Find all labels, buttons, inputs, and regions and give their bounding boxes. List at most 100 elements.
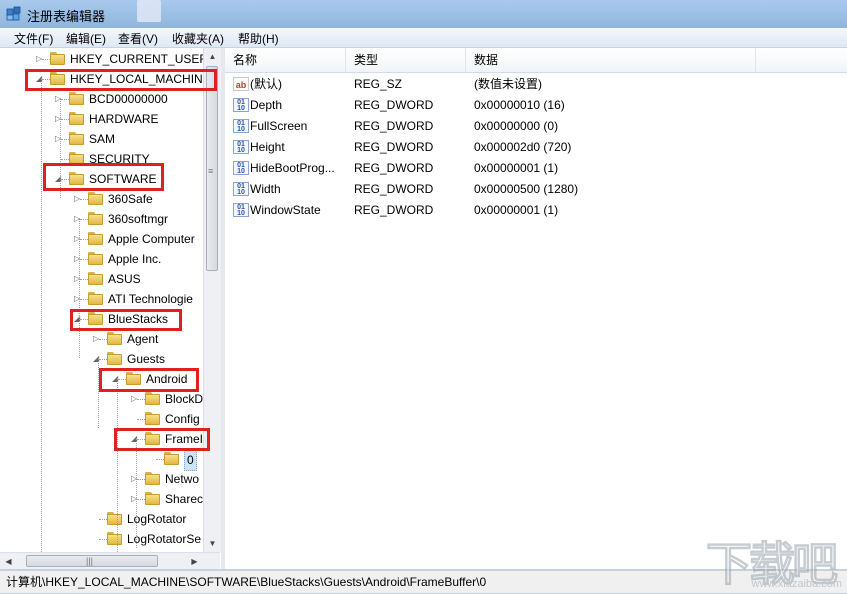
value-type: REG_DWORD bbox=[354, 203, 434, 217]
tree-connector bbox=[41, 78, 42, 568]
column-data[interactable]: 数据 bbox=[466, 48, 756, 72]
value-name: FullScreen bbox=[250, 119, 308, 133]
watermark-url: www.xiazaiba.com bbox=[751, 578, 842, 590]
dword-value-icon: 01 10 bbox=[233, 98, 249, 112]
tree-connector bbox=[137, 399, 145, 400]
tree-item[interactable]: ▷ Netwo bbox=[0, 469, 203, 489]
tree-connector bbox=[136, 438, 137, 548]
tree-item-label: Apple Inc. bbox=[108, 252, 162, 266]
value-name: Width bbox=[250, 182, 281, 196]
grip-icon: ≡ bbox=[208, 166, 214, 176]
tree-item-label: HARDWARE bbox=[89, 112, 159, 126]
folder-icon bbox=[88, 272, 103, 285]
tree-connector bbox=[80, 299, 88, 300]
tree-horizontal-scrollbar[interactable]: ◀ ||| ▶ bbox=[0, 552, 220, 569]
window-title: 注册表编辑器 bbox=[27, 9, 106, 24]
folder-icon bbox=[50, 52, 65, 65]
folder-icon bbox=[88, 232, 103, 245]
menu-edit[interactable]: 编辑(E) bbox=[65, 30, 107, 47]
menu-view[interactable]: 查看(V) bbox=[117, 30, 159, 47]
folder-icon bbox=[88, 292, 103, 305]
value-name: WindowState bbox=[250, 203, 321, 217]
folder-icon bbox=[145, 412, 160, 425]
tree-item[interactable]: LogRotator bbox=[0, 509, 203, 529]
folder-icon bbox=[164, 452, 179, 465]
tree-connector bbox=[61, 159, 69, 160]
dword-value-icon: 01 10 bbox=[233, 161, 249, 175]
value-row[interactable]: 01 10 WindowState REG_DWORD 0x00000001 (1) bbox=[225, 200, 847, 221]
folder-icon bbox=[69, 92, 84, 105]
tree-item[interactable]: ▷ 360Safe bbox=[0, 189, 203, 209]
folder-icon bbox=[145, 392, 160, 405]
scroll-down-arrow-icon[interactable]: ▼ bbox=[204, 535, 221, 552]
tree-item[interactable]: ▷ Sharec bbox=[0, 489, 203, 509]
folder-icon bbox=[88, 192, 103, 205]
tree-item-label: Guests bbox=[127, 352, 166, 366]
value-row[interactable]: 01 10 HideBootProg... REG_DWORD 0x00000001 (… bbox=[225, 158, 847, 179]
value-data: 0x00000001 (1) bbox=[474, 161, 559, 175]
status-path: 计算机\HKEY_LOCAL_MACHINE\SOFTWARE\BlueStac… bbox=[6, 575, 487, 589]
tree-item-label: ATI Technologie bbox=[108, 292, 193, 306]
tree-item-label: SAM bbox=[89, 132, 116, 146]
folder-icon bbox=[107, 352, 122, 365]
title-bar-artifact bbox=[137, 0, 161, 22]
value-name: Depth bbox=[250, 98, 283, 112]
tree-item[interactable]: ▷ HARDWARE bbox=[0, 109, 203, 129]
scroll-left-arrow-icon[interactable]: ◀ bbox=[0, 553, 17, 569]
tree-connector bbox=[99, 359, 107, 360]
value-name: Height bbox=[250, 140, 285, 154]
tree-item[interactable]: 0 bbox=[0, 449, 203, 471]
tree-item[interactable]: ▷ SAM bbox=[0, 129, 203, 149]
tree-item-label: LogRotatorSe bbox=[127, 532, 202, 546]
value-row[interactable]: 01 10 Height REG_DWORD 0x000002d0 (720) bbox=[225, 137, 847, 158]
tree-item[interactable]: ◢ Guests bbox=[0, 349, 203, 369]
folder-icon bbox=[69, 132, 84, 145]
tree-item[interactable]: Config bbox=[0, 409, 203, 429]
string-value-icon: ab bbox=[233, 77, 249, 91]
tree-connector bbox=[80, 279, 88, 280]
column-name[interactable]: 名称 bbox=[225, 48, 346, 72]
folder-icon bbox=[88, 212, 103, 225]
tree-item-label: Netwo bbox=[165, 472, 200, 486]
tree-item[interactable]: ▷ Apple Computer bbox=[0, 229, 203, 249]
value-type: REG_DWORD bbox=[354, 98, 434, 112]
value-row[interactable]: 01 10 Depth REG_DWORD 0x00000010 (16) bbox=[225, 95, 847, 116]
tree-connector bbox=[99, 519, 107, 520]
menu-favorites[interactable]: 收藏夹(A) bbox=[171, 30, 225, 47]
tree-connector bbox=[80, 259, 88, 260]
tree-item[interactable]: ▷ ASUS bbox=[0, 269, 203, 289]
dword-value-icon: 01 10 bbox=[233, 119, 249, 133]
tree-item-label: Sharec bbox=[165, 492, 204, 506]
tree-item[interactable]: LogRotatorSe bbox=[0, 529, 203, 549]
tree-connector bbox=[137, 499, 145, 500]
value-row[interactable]: 01 10 FullScreen REG_DWORD 0x00000000 (0) bbox=[225, 116, 847, 137]
tree-item[interactable]: ▷ BlockD bbox=[0, 389, 203, 409]
value-data: 0x00000010 (16) bbox=[474, 98, 565, 112]
tree-item[interactable]: ▷ Agent bbox=[0, 329, 203, 349]
tree-item[interactable]: ▷ Apple Inc. bbox=[0, 249, 203, 269]
tree-vertical-scrollbar[interactable]: ▲ ≡ ▼ bbox=[203, 48, 221, 552]
scroll-right-arrow-icon[interactable]: ▶ bbox=[186, 553, 203, 569]
menu-file[interactable]: 文件(F) bbox=[13, 30, 54, 47]
tree-item[interactable]: ▷ 360softmgr bbox=[0, 209, 203, 229]
value-row[interactable]: ab (默认) REG_SZ (数值未设置) bbox=[225, 74, 847, 95]
tree-connector bbox=[137, 419, 145, 420]
column-type[interactable]: 类型 bbox=[346, 48, 466, 72]
value-type: REG_SZ bbox=[354, 77, 403, 91]
tree-item-label: Agent bbox=[127, 332, 159, 346]
tree-item[interactable]: ▷ HKEY_CURRENT_USER bbox=[0, 49, 208, 69]
folder-icon bbox=[145, 492, 160, 505]
scroll-up-arrow-icon[interactable]: ▲ bbox=[204, 48, 221, 65]
value-row[interactable]: 01 10 Width REG_DWORD 0x00000500 (1280) bbox=[225, 179, 847, 200]
tree-item-label: HKEY_CURRENT_USER bbox=[70, 52, 209, 66]
tree-item[interactable]: ▷ BCD00000000 bbox=[0, 89, 203, 109]
tree-item-label: ASUS bbox=[108, 272, 141, 286]
menu-help[interactable]: 帮助(H) bbox=[237, 30, 280, 47]
tree-item-label: 0 bbox=[184, 449, 197, 471]
highlight-software bbox=[43, 163, 164, 191]
tree-item-label: Apple Computer bbox=[108, 232, 195, 246]
regedit-icon bbox=[6, 6, 21, 21]
tree-item[interactable]: ▷ ATI Technologie bbox=[0, 289, 203, 309]
tree-connector bbox=[80, 219, 88, 220]
value-name: (默认) bbox=[250, 77, 282, 91]
